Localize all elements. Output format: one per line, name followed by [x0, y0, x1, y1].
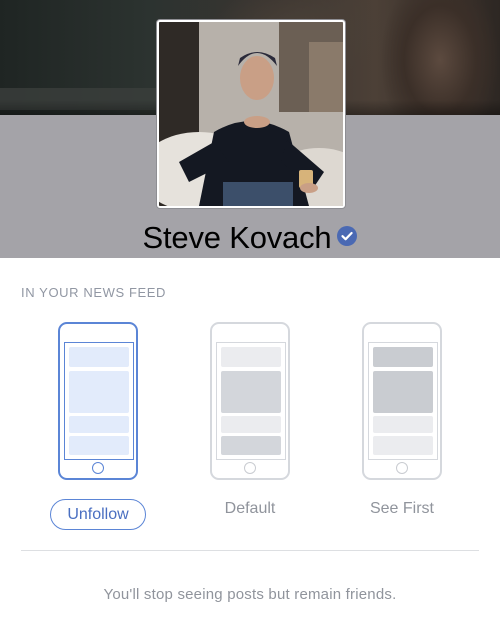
phone-home-button	[244, 462, 256, 474]
section-title: IN YOUR NEWS FEED	[21, 285, 167, 300]
feed-post-placeholder	[373, 436, 433, 455]
profile-picture[interactable]	[157, 20, 345, 208]
feed-post-placeholder	[69, 416, 129, 433]
unfollow-button[interactable]: Unfollow	[50, 499, 146, 530]
feed-post-placeholder	[373, 347, 433, 367]
profile-name-row: Steve Kovach	[0, 220, 500, 258]
feed-post-placeholder	[221, 436, 281, 455]
feed-post-placeholder	[221, 416, 281, 433]
phone-home-button	[92, 462, 104, 474]
feed-post-placeholder	[69, 347, 129, 367]
phone-feed-icon	[58, 322, 138, 480]
verified-checkmark-icon	[337, 226, 358, 246]
phone-feed-icon	[362, 322, 442, 480]
feed-post-placeholder	[373, 416, 433, 433]
profile-header: Steve Kovach	[0, 0, 500, 258]
option-description: You'll stop seeing posts but remain frie…	[103, 586, 397, 603]
phone-screen	[64, 342, 134, 460]
option-unfollow[interactable]	[58, 322, 138, 480]
feed-post-placeholder	[69, 436, 129, 455]
divider	[21, 550, 479, 551]
phone-screen	[216, 342, 286, 460]
feed-post-placeholder	[69, 371, 129, 413]
option-default[interactable]	[210, 322, 290, 480]
feed-post-placeholder	[373, 371, 433, 413]
feed-post-placeholder	[221, 371, 281, 413]
phone-feed-icon	[210, 322, 290, 480]
see-first-label[interactable]: See First	[352, 500, 452, 518]
default-label[interactable]: Default	[200, 500, 300, 518]
profile-picture-image	[159, 22, 343, 206]
phone-screen	[368, 342, 438, 460]
feed-post-placeholder	[221, 347, 281, 367]
phone-home-button	[396, 462, 408, 474]
option-see-first[interactable]	[362, 322, 442, 480]
profile-name: Steve Kovach	[142, 220, 332, 255]
news-feed-settings-sheet: IN YOUR NEWS FEED Unfollow Default See F…	[0, 258, 500, 633]
